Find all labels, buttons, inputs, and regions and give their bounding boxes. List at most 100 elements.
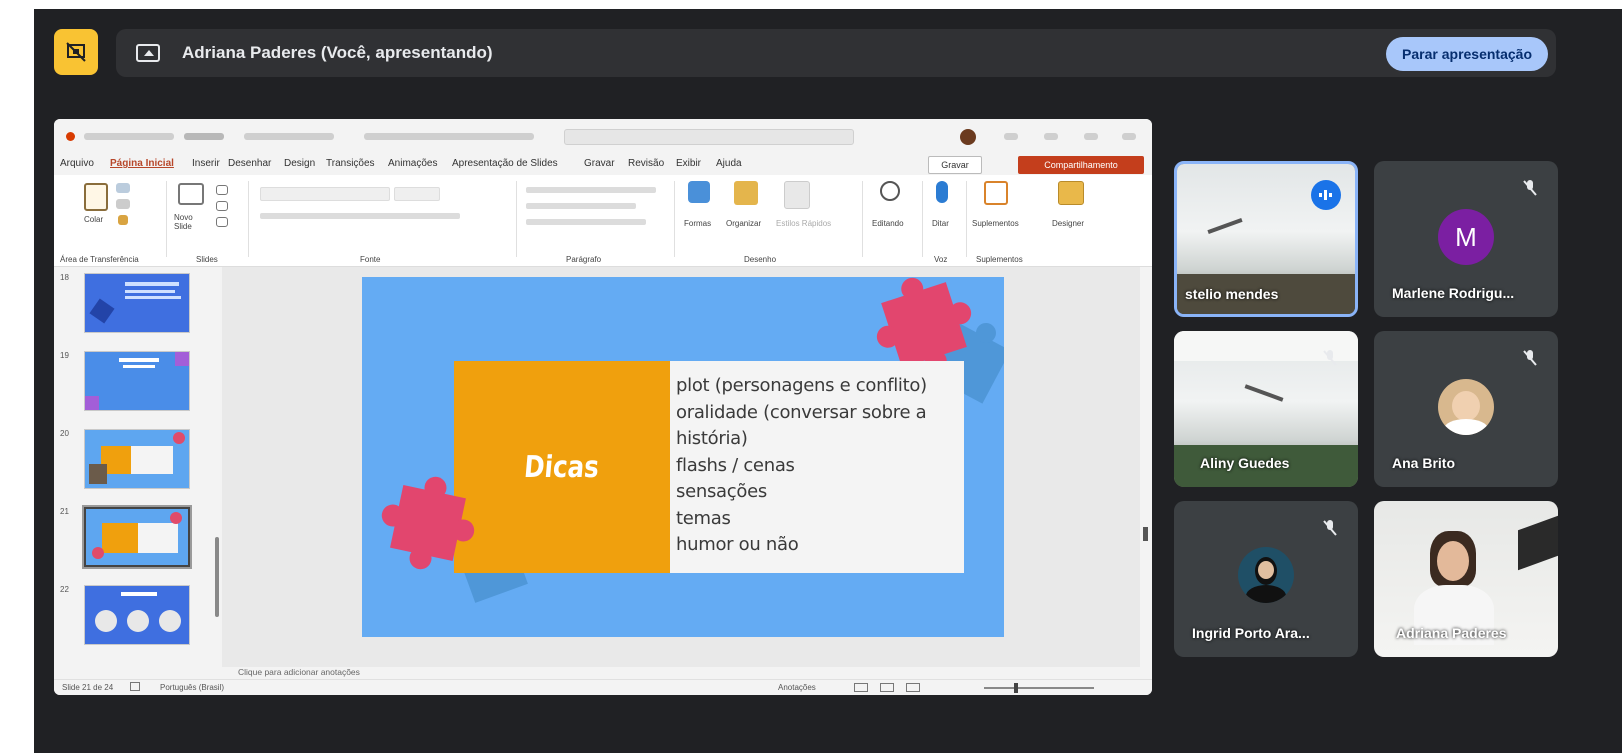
current-slide[interactable]: Dicas plot (personagens e conflito) oral… (362, 277, 1004, 637)
group-voice-label: Voz (934, 255, 948, 264)
normal-view-icon[interactable] (854, 683, 868, 692)
layout-icon[interactable] (216, 185, 228, 195)
menu-desenhar[interactable]: Desenhar (228, 158, 271, 169)
new-slide-icon[interactable] (178, 183, 204, 205)
slide-editing-area: Dicas plot (personagens e conflito) oral… (222, 267, 1152, 667)
editor-scrollbar[interactable] (1140, 267, 1152, 667)
accessibility-icon[interactable] (130, 682, 140, 691)
language-status[interactable]: Português (Brasil) (160, 683, 224, 692)
paste-icon[interactable] (84, 183, 108, 211)
section-icon[interactable] (216, 217, 228, 227)
user-avatar[interactable] (960, 129, 976, 145)
group-paragraph-label: Parágrafo (566, 255, 602, 264)
thumbnail-number: 19 (60, 351, 69, 360)
arrange-label: Organizar (726, 219, 762, 228)
dictate-label: Ditar (932, 219, 949, 228)
participant-name: Adriana Paderes (1396, 625, 1507, 641)
tip-line: flashs / cenas (676, 454, 795, 476)
shapes-label: Formas (684, 219, 712, 228)
autosave-icon[interactable] (66, 132, 75, 141)
share-button[interactable]: Compartilhamento (1018, 156, 1144, 174)
font-size-box[interactable] (394, 187, 440, 201)
meet-stage: Adriana Paderes (Você, apresentando) Par… (34, 9, 1622, 753)
menu-gravar[interactable]: Gravar (584, 158, 615, 169)
slide-thumbnail-21[interactable] (82, 505, 192, 569)
format-painter-icon[interactable] (118, 215, 128, 225)
cut-icon[interactable] (116, 183, 130, 193)
ppt-title-bar (54, 119, 1152, 153)
slide-thumbnails-pane: 18 19 20 21 22 (54, 267, 222, 667)
participant-tile[interactable]: Adriana Paderes (1374, 501, 1558, 657)
thumbnail-scrollbar[interactable] (214, 267, 220, 657)
menu-inserir[interactable]: Inserir (192, 158, 220, 169)
menu-apresentacao[interactable]: Apresentação de Slides (452, 158, 558, 169)
microphone-icon[interactable] (936, 181, 948, 203)
participant-tile[interactable]: Ingrid Porto Ara... (1174, 501, 1358, 657)
menu-ajuda[interactable]: Ajuda (716, 158, 742, 169)
menu-arquivo[interactable]: Arquivo (60, 158, 94, 169)
menu-exibir[interactable]: Exibir (676, 158, 701, 169)
sorter-view-icon[interactable] (880, 683, 894, 692)
editing-label: Editando (872, 219, 904, 228)
group-addins-label: Suplementos (976, 255, 1023, 264)
zoom-slider-thumb[interactable] (1014, 683, 1018, 693)
addins-icon[interactable] (984, 181, 1008, 205)
menu-pagina-inicial[interactable]: Página Inicial (110, 158, 174, 169)
menu-animacoes[interactable]: Animações (388, 158, 437, 169)
status-bar: Slide 21 de 24 Português (Brasil) Anotaç… (54, 679, 1152, 695)
search-icon[interactable] (880, 181, 900, 201)
group-font-label: Fonte (360, 255, 381, 264)
participant-tile[interactable]: Aliny Guedes (1174, 331, 1358, 487)
menu-design[interactable]: Design (284, 158, 315, 169)
mic-off-icon (1323, 350, 1337, 366)
reset-icon[interactable] (216, 201, 228, 211)
participant-tile[interactable]: stelio mendes (1174, 161, 1358, 317)
slide-thumbnail-20[interactable] (84, 429, 190, 489)
menu-transicoes[interactable]: Transições (326, 158, 375, 169)
quick-styles-icon[interactable] (784, 181, 810, 209)
slide-thumbnail-18[interactable] (84, 273, 190, 333)
powerpoint-window: Arquivo Página Inicial Inserir Desenhar … (54, 119, 1152, 695)
group-slides-label: Slides (196, 255, 218, 264)
copy-icon[interactable] (116, 199, 130, 209)
shapes-icon[interactable] (688, 181, 710, 203)
mic-off-icon (1523, 350, 1537, 366)
slide-thumbnail-22[interactable] (84, 585, 190, 645)
presentation-icon-button[interactable] (54, 29, 98, 75)
thumbnail-scroll-handle[interactable] (215, 537, 219, 617)
screen-share-icon (136, 44, 160, 62)
tip-line: humor ou não (676, 534, 799, 555)
participant-name: Ana Brito (1392, 455, 1455, 471)
title-box: Dicas (454, 361, 670, 573)
reading-view-icon[interactable] (906, 683, 920, 692)
tip-line: oralidade (conversar sobre a (676, 401, 927, 423)
zoom-slider[interactable] (984, 687, 1094, 689)
thumbnail-number: 22 (60, 585, 69, 594)
participant-tile[interactable]: Ana Brito (1374, 331, 1558, 487)
participant-name: Aliny Guedes (1200, 455, 1290, 471)
speaking-indicator-icon (1311, 180, 1341, 210)
participant-name: Ingrid Porto Ara... (1192, 625, 1310, 641)
quick-styles-label: Estilos Rápidos (776, 219, 832, 228)
new-slide-label: Novo Slide (174, 213, 193, 231)
record-button[interactable]: Gravar (928, 156, 982, 174)
mic-off-icon (1323, 520, 1337, 536)
menu-revisao[interactable]: Revisão (628, 158, 664, 169)
group-clipboard-label: Área de Transferência (60, 255, 139, 264)
tip-line: sensações (676, 481, 767, 502)
tip-line: plot (personagens e conflito) (676, 375, 927, 396)
stop-presenting-button[interactable]: Parar apresentação (1386, 37, 1548, 71)
slide-thumbnail-19[interactable] (84, 351, 190, 411)
thumbnail-number: 21 (60, 507, 69, 516)
participant-name: stelio mendes (1185, 286, 1279, 302)
avatar (1438, 379, 1494, 435)
slide-title: Dicas (523, 449, 601, 485)
thumbnail-number: 20 (60, 429, 69, 438)
ribbon: Colar Área de Transferência Novo Slide S… (54, 175, 1152, 267)
designer-icon[interactable] (1058, 181, 1084, 205)
notes-button[interactable]: Anotações (778, 683, 816, 692)
participant-tile[interactable]: M Marlene Rodrigu... (1374, 161, 1558, 317)
arrange-icon[interactable] (734, 181, 758, 205)
font-name-box[interactable] (260, 187, 390, 201)
avatar (1238, 547, 1294, 603)
